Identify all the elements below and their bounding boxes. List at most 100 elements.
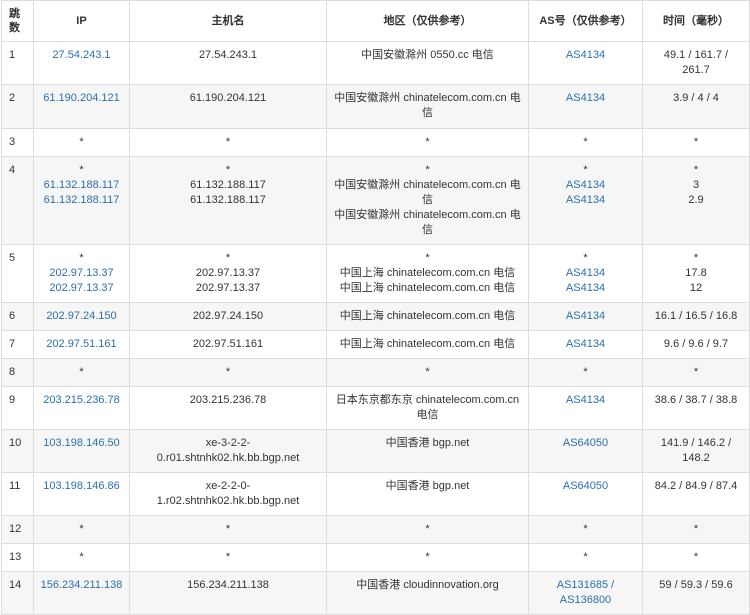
as-cell-link[interactable]: AS4134 [532, 193, 639, 208]
region-cell-text: 中国香港 bgp.net [385, 437, 470, 449]
table-row: 6 202.97.24.150 202.97.24.150 中国上海 chinatel… [1, 302, 750, 331]
hop-cell: 5 [1, 244, 34, 303]
ip-cell-text: * [79, 551, 84, 563]
time-cell-text: * [693, 252, 699, 264]
as-cell-link[interactable]: AS4134 [532, 266, 639, 281]
host-cell: xe-2-2-0- 1.r02.shtnhk02.hk.bb.bgp.net [129, 472, 327, 516]
region-cell-text: 中国香港 cloudinnovation.org [356, 579, 499, 591]
table-row: 1 27.54.243.1 27.54.243.1 中国安徽滁州 0550.cc 电信… [1, 41, 750, 85]
host-cell-text: 61.132.188.117 [190, 179, 266, 191]
ip-cell-link[interactable]: 202.97.13.37 [37, 266, 126, 281]
ip-cell-link[interactable]: 103.198.146.86 [37, 479, 126, 494]
as-cell-link[interactable]: AS131685 / [532, 578, 639, 593]
as-cell: AS64050 [528, 429, 643, 473]
as-cell: AS4134 [528, 302, 643, 331]
as-cell-link[interactable]: AS64050 [532, 436, 639, 451]
region-cell-text: 中国安徽滁州 0550.cc 电信 [361, 49, 494, 61]
time-cell: 49.1 / 161.7 / 261.7 [642, 41, 750, 85]
ip-cell-link[interactable]: 202.97.13.37 [37, 281, 126, 296]
host-cell-text: 156.234.211.138 [187, 579, 269, 591]
hop-cell: 4 [1, 156, 34, 245]
host-cell: * [129, 128, 327, 157]
ip-cell-text: * [79, 252, 84, 264]
ip-cell: 103.198.146.50 [33, 429, 130, 473]
time-cell-text: 148.2 [682, 452, 710, 464]
table-body: 1 27.54.243.1 27.54.243.1 中国安徽滁州 0550.cc 电信… [1, 41, 750, 615]
header-host: 主机名 [129, 0, 327, 42]
host-cell: * 202.97.13.37 202.97.13.37 [129, 244, 327, 303]
as-cell: * [528, 358, 643, 387]
as-cell: * [528, 128, 643, 157]
ip-cell: * [33, 358, 130, 387]
region-cell-text: 信 [422, 224, 433, 236]
ip-cell-link[interactable]: 27.54.243.1 [37, 48, 126, 63]
as-cell: * AS4134 AS4134 [528, 244, 643, 303]
as-cell-link[interactable]: AS4134 [532, 178, 639, 193]
hop-cell: 8 [1, 358, 34, 387]
ip-cell: 202.97.51.161 [33, 330, 130, 359]
time-cell-text: 49.1 / 161.7 / [663, 49, 729, 61]
as-cell: AS4134 [528, 386, 643, 430]
as-cell: AS4134 [528, 330, 643, 359]
ip-cell-link[interactable]: 61.190.204.121 [37, 91, 126, 106]
time-cell: * 3 2.9 [642, 156, 750, 245]
host-cell: 202.97.24.150 [129, 302, 327, 331]
table-row: 12 * * * * * [1, 515, 750, 544]
time-cell: 38.6 / 38.7 / 38.8 [642, 386, 750, 430]
header-as: AS号（仅供参考） [528, 0, 643, 42]
table-row: 14 156.234.211.138 156.234.211.138 中国香港 clo… [1, 571, 750, 615]
ip-cell: 27.54.243.1 [33, 41, 130, 85]
host-cell-text: * [225, 136, 231, 148]
as-cell-link[interactable]: AS136800 [532, 593, 639, 608]
as-cell-link[interactable]: AS4134 [532, 337, 639, 352]
region-cell: 中国安徽滁州 0550.cc 电信 [326, 41, 529, 85]
time-cell-text: 2.9 [688, 194, 704, 206]
table-row: 8 * * * * * [1, 358, 750, 387]
ip-cell-link[interactable]: 202.97.24.150 [37, 309, 126, 324]
as-cell-link[interactable]: AS4134 [532, 48, 639, 63]
ip-cell-link[interactable]: 202.97.51.161 [37, 337, 126, 352]
time-cell-text: 12 [689, 282, 703, 294]
region-cell-text: 信 [422, 194, 433, 206]
region-cell-text: 中国香港 bgp.net [385, 480, 470, 492]
as-cell-link[interactable]: AS4134 [532, 309, 639, 324]
region-cell-text: * [425, 136, 430, 148]
region-cell-text: * [425, 366, 430, 378]
header-hop-label: 跳数 [9, 8, 20, 34]
host-cell-text: 202.97.13.37 [195, 282, 261, 294]
ip-cell-link[interactable]: 156.234.211.138 [37, 578, 126, 593]
as-cell-link[interactable]: AS4134 [532, 281, 639, 296]
hop-cell: 6 [1, 302, 34, 331]
region-cell: 中国上海 chinatelecom.com.cn 电信 [326, 302, 529, 331]
time-cell: 3.9 / 4 / 4 [642, 84, 750, 129]
time-cell: 16.1 / 16.5 / 16.8 [642, 302, 750, 331]
ip-cell-link[interactable]: 61.132.188.117 [37, 193, 126, 208]
header-hop: 跳数 [1, 0, 34, 42]
region-cell-text: * [425, 551, 430, 563]
host-cell-text: * [225, 551, 231, 563]
as-cell-link[interactable]: AS64050 [532, 479, 639, 494]
time-cell: * [642, 543, 750, 572]
host-cell-text: 202.97.51.161 [192, 338, 264, 350]
as-cell-link[interactable]: AS4134 [532, 91, 639, 106]
as-cell-text: * [583, 523, 588, 535]
header-ip: IP [33, 0, 130, 42]
hop-cell: 14 [1, 571, 34, 615]
ip-cell-link[interactable]: 103.198.146.50 [37, 436, 126, 451]
as-cell: AS4134 [528, 84, 643, 129]
host-cell-text: * [225, 164, 231, 176]
host-cell: 156.234.211.138 [129, 571, 327, 615]
header-region: 地区（仅供参考） [326, 0, 529, 42]
ip-cell: 103.198.146.86 [33, 472, 130, 516]
region-cell: * [326, 128, 529, 157]
region-cell-text: * [425, 252, 430, 264]
host-cell: 61.190.204.121 [129, 84, 327, 129]
hop-cell: 3 [1, 128, 34, 157]
table-row: 4 * 61.132.188.117 61.132.188.117 * 61.132.18… [1, 156, 750, 245]
ip-cell-link[interactable]: 61.132.188.117 [37, 178, 126, 193]
ip-cell: * [33, 543, 130, 572]
time-cell: * 17.8 12 [642, 244, 750, 303]
as-cell-link[interactable]: AS4134 [532, 393, 639, 408]
ip-cell-link[interactable]: 203.215.236.78 [37, 393, 126, 408]
hop-cell: 7 [1, 330, 34, 359]
